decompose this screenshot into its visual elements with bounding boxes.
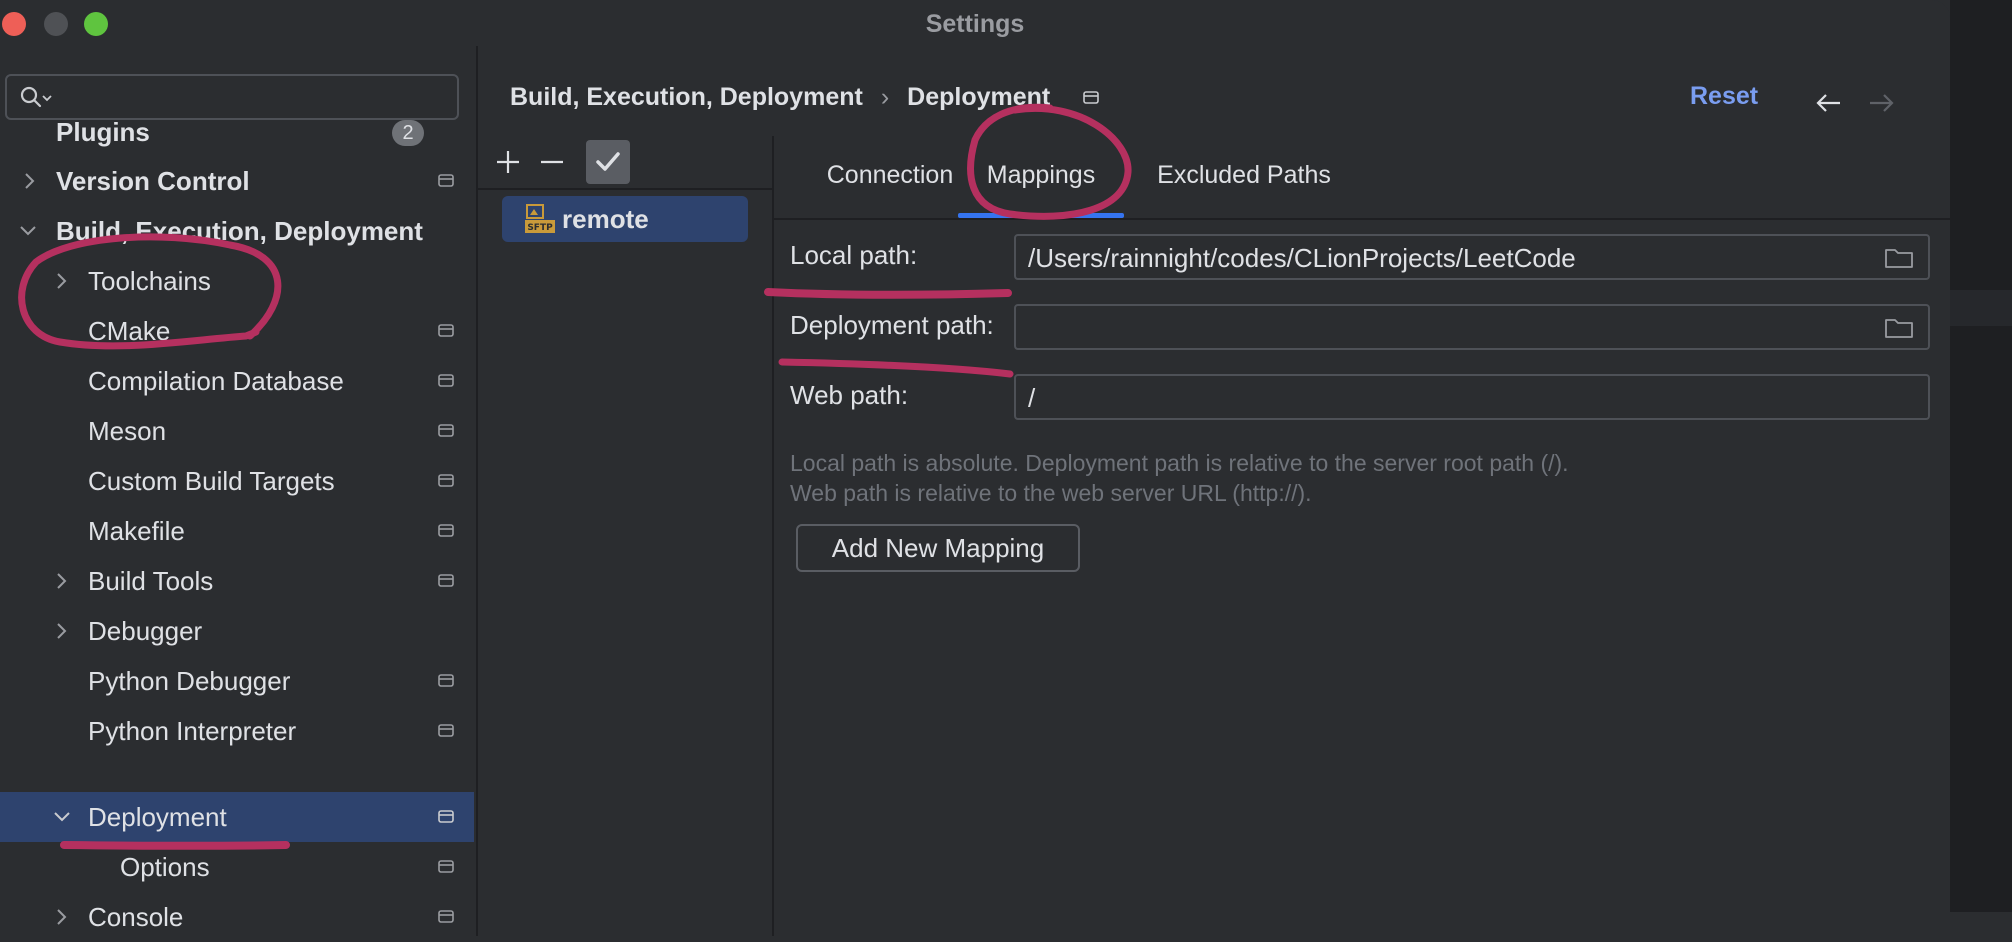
web-path-field[interactable] bbox=[1014, 374, 1930, 420]
use-as-default-check-icon[interactable] bbox=[586, 140, 630, 184]
project-level-icon bbox=[438, 910, 454, 923]
sidebar-item-label: Build Tools bbox=[88, 566, 214, 596]
sidebar-item-label: Custom Build Targets bbox=[88, 466, 335, 496]
search-icon bbox=[20, 86, 52, 108]
add-icon[interactable] bbox=[486, 140, 530, 184]
servers-toolbar bbox=[478, 136, 772, 190]
settings-window: Settings Plugins 2 Version Control Build… bbox=[0, 0, 1950, 936]
chevron-right-icon[interactable] bbox=[20, 156, 40, 206]
sidebar-item-console[interactable]: Console bbox=[0, 892, 474, 942]
project-level-icon bbox=[438, 424, 454, 437]
hint-line-local-path: Local path is absolute. Deployment path … bbox=[790, 450, 1569, 476]
sidebar-item-plugins[interactable]: Plugins 2 bbox=[0, 107, 474, 157]
project-level-icon bbox=[438, 174, 454, 187]
project-level-icon bbox=[438, 810, 454, 823]
project-level-icon bbox=[438, 860, 454, 873]
breadcrumb-item-deployment: Deployment bbox=[907, 82, 1051, 111]
project-level-icon bbox=[438, 724, 454, 737]
tab-connection[interactable]: Connection bbox=[800, 136, 980, 218]
project-level-icon bbox=[438, 474, 454, 487]
server-item-label: remote bbox=[562, 204, 649, 234]
local-path-input[interactable] bbox=[1026, 242, 1870, 274]
sidebar-item-label: Toolchains bbox=[88, 266, 211, 296]
sidebar-item-label: Console bbox=[88, 902, 184, 932]
tab-excluded-paths[interactable]: Excluded Paths bbox=[1144, 136, 1344, 218]
hint-line-web-path: Web path is relative to the web server U… bbox=[790, 480, 1312, 506]
chevron-right-icon[interactable] bbox=[52, 892, 72, 942]
svg-text:SFTP: SFTP bbox=[527, 223, 553, 233]
chevron-right-icon[interactable] bbox=[52, 556, 72, 606]
project-level-icon bbox=[438, 324, 454, 337]
sidebar-item-label: Plugins bbox=[56, 117, 150, 147]
sidebar-item-label: Options bbox=[120, 852, 210, 882]
project-level-icon bbox=[438, 674, 454, 687]
breadcrumb: Build, Execution, Deployment › Deployment bbox=[510, 82, 1100, 118]
remove-icon[interactable] bbox=[530, 140, 574, 184]
back-arrow-icon[interactable] bbox=[1814, 88, 1844, 118]
sidebar-item-label: CMake bbox=[88, 316, 171, 346]
project-level-icon bbox=[1083, 91, 1100, 104]
local-path-field[interactable] bbox=[1014, 234, 1930, 280]
background-editor-area bbox=[1950, 0, 2012, 936]
deployment-tabs: Connection Mappings Excluded Paths bbox=[774, 136, 1950, 220]
sidebar-item-label: Makefile bbox=[88, 516, 185, 546]
tab-mappings[interactable]: Mappings bbox=[958, 136, 1124, 218]
sidebar-item-python-interpreter[interactable]: Python Interpreter bbox=[0, 706, 474, 756]
chevron-down-icon[interactable] bbox=[18, 206, 38, 256]
settings-sidebar: Plugins 2 Version Control Build, Executi… bbox=[0, 46, 478, 936]
server-list-item-remote[interactable]: SFTP remote bbox=[502, 196, 748, 242]
sidebar-item-makefile[interactable]: Makefile bbox=[0, 506, 474, 556]
sidebar-item-compilation-database[interactable]: Compilation Database bbox=[0, 356, 474, 406]
project-level-icon bbox=[438, 574, 454, 587]
sftp-icon: SFTP bbox=[525, 204, 555, 233]
chevron-down-icon[interactable] bbox=[52, 792, 72, 842]
sidebar-item-label: Build, Execution, Deployment bbox=[56, 216, 423, 246]
forward-arrow-icon[interactable] bbox=[1866, 88, 1896, 118]
sidebar-item-options[interactable]: Options bbox=[0, 842, 474, 892]
sidebar-item-cmake[interactable]: CMake bbox=[0, 306, 474, 356]
title-bar: Settings bbox=[0, 0, 1950, 46]
project-level-icon bbox=[438, 374, 454, 387]
sidebar-item-label: Debugger bbox=[88, 616, 203, 646]
breadcrumb-item-build-execution-deployment[interactable]: Build, Execution, Deployment bbox=[510, 83, 863, 112]
deployment-path-input[interactable] bbox=[1026, 312, 1870, 344]
sidebar-item-build-execution-deployment[interactable]: Build, Execution, Deployment bbox=[0, 206, 474, 256]
mappings-hint-text: Local path is absolute. Deployment path … bbox=[790, 448, 1569, 508]
plugins-count-badge: 2 bbox=[392, 120, 424, 146]
reset-button[interactable]: Reset bbox=[1690, 82, 1758, 111]
add-new-mapping-button[interactable]: Add New Mapping bbox=[796, 524, 1080, 572]
sidebar-item-version-control[interactable]: Version Control bbox=[0, 156, 474, 206]
breadcrumb-separator: › bbox=[880, 82, 890, 111]
background-highlight-line bbox=[1950, 290, 2012, 326]
sidebar-item-toolchains[interactable]: Toolchains bbox=[0, 256, 474, 306]
folder-icon[interactable] bbox=[1884, 316, 1914, 340]
sidebar-item-label: Python Interpreter bbox=[88, 716, 297, 746]
sidebar-item-label: Deployment bbox=[88, 802, 227, 832]
sidebar-item-custom-build-targets[interactable]: Custom Build Targets bbox=[0, 456, 474, 506]
web-path-input[interactable] bbox=[1026, 382, 1870, 414]
project-level-icon bbox=[438, 524, 454, 537]
sidebar-item-label: Python Debugger bbox=[88, 666, 291, 696]
background-status-strip bbox=[1950, 912, 2012, 936]
sidebar-item-python-debugger[interactable]: Python Debugger bbox=[0, 656, 474, 706]
window-title: Settings bbox=[925, 10, 1025, 38]
sidebar-item-label: Meson bbox=[88, 416, 167, 446]
deployment-path-label: Deployment path: bbox=[790, 310, 994, 340]
sidebar-item-build-tools[interactable]: Build Tools bbox=[0, 556, 474, 606]
deployment-path-field[interactable] bbox=[1014, 304, 1930, 350]
chevron-right-icon[interactable] bbox=[52, 606, 72, 656]
sidebar-item-label: Compilation Database bbox=[88, 366, 344, 396]
sidebar-item-deployment[interactable]: Deployment bbox=[0, 792, 474, 842]
sidebar-item-debugger[interactable]: Debugger bbox=[0, 606, 474, 656]
web-path-label: Web path: bbox=[790, 380, 909, 410]
deployment-servers-panel: SFTP remote bbox=[478, 136, 774, 936]
chevron-right-icon[interactable] bbox=[52, 256, 72, 306]
folder-icon[interactable] bbox=[1884, 246, 1914, 270]
local-path-label: Local path: bbox=[790, 240, 918, 270]
sidebar-item-label: Version Control bbox=[56, 166, 250, 196]
sidebar-item-meson[interactable]: Meson bbox=[0, 406, 474, 456]
